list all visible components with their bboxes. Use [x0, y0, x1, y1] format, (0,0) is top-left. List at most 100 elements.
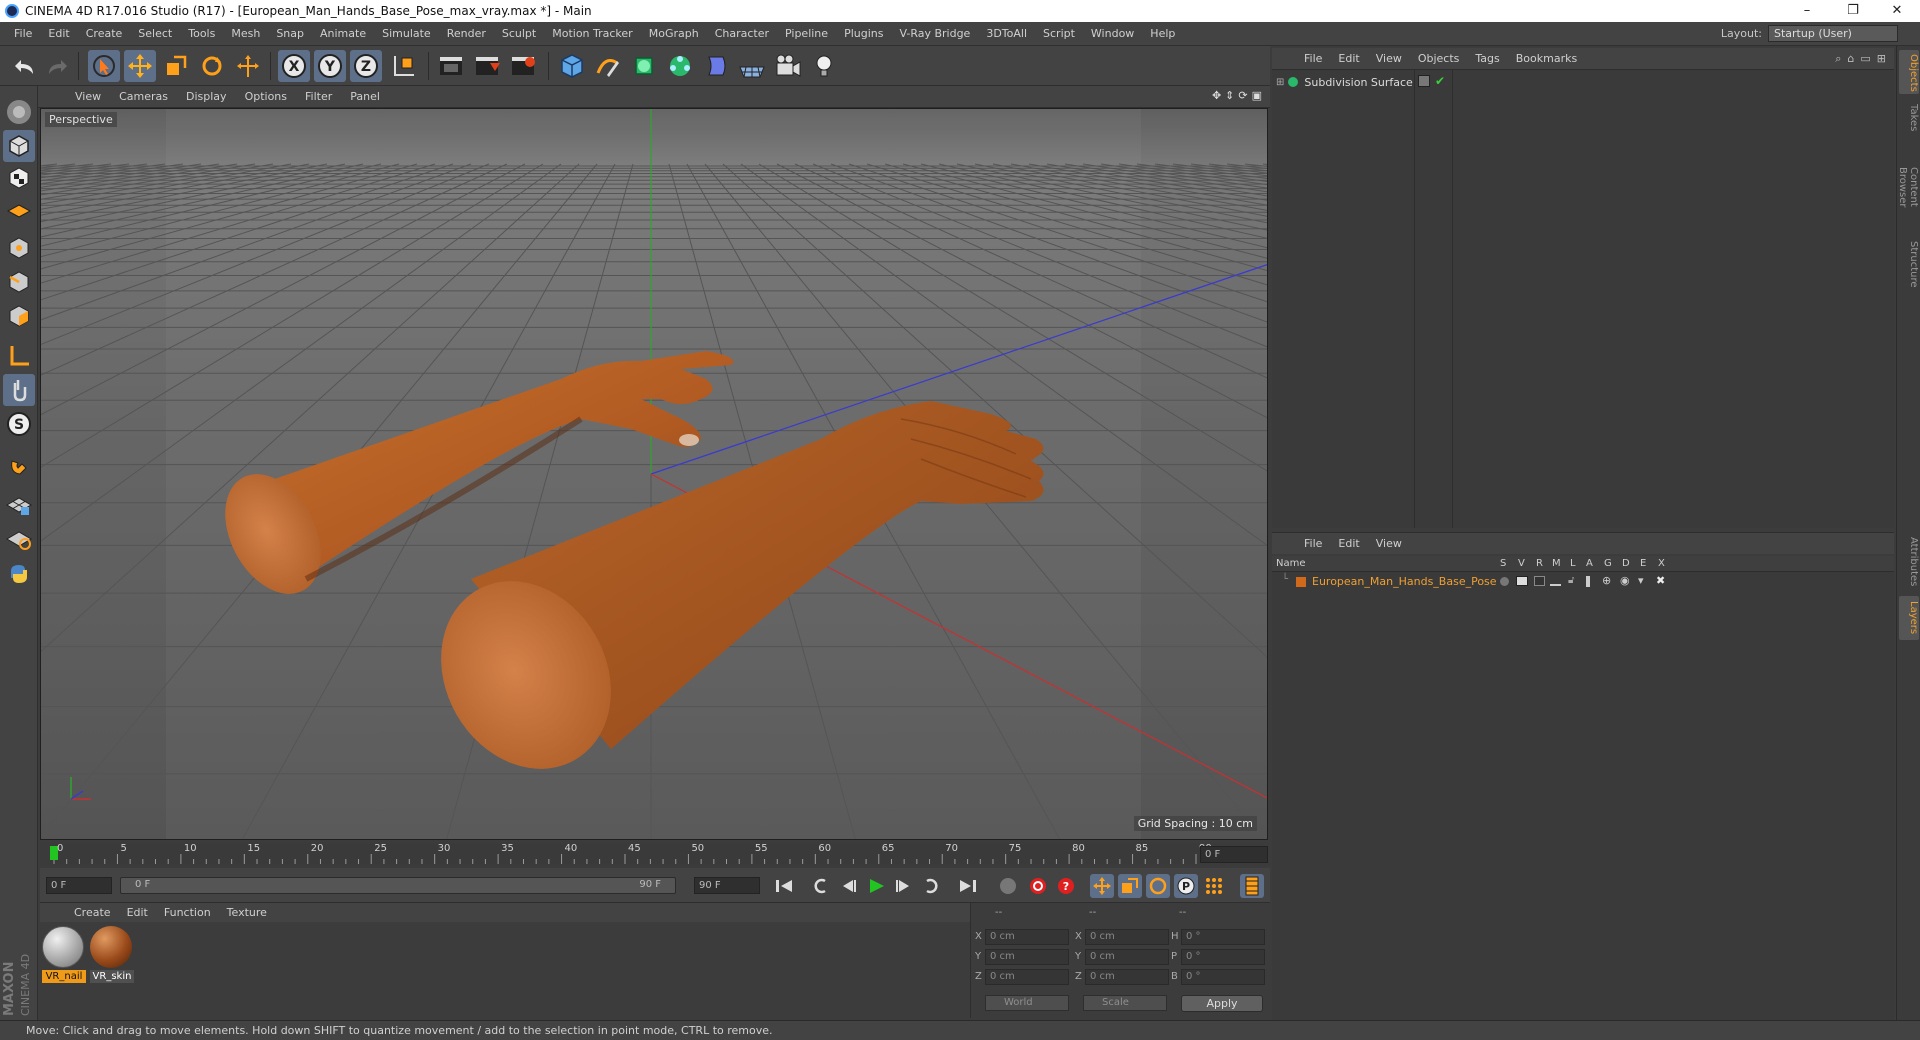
- layer-col-solo[interactable]: S: [1500, 558, 1506, 569]
- editor-visibility-icon[interactable]: [1418, 75, 1430, 87]
- side-tab-takes[interactable]: Takes: [1899, 98, 1919, 138]
- viewport-menu-display[interactable]: Display: [177, 90, 236, 103]
- snap-icon[interactable]: S: [3, 408, 35, 440]
- size-z-field[interactable]: 0 cm: [1085, 969, 1169, 985]
- key-pla-icon[interactable]: [1202, 874, 1226, 898]
- layer-row[interactable]: └ European_Man_Hands_Base_Pose 🔓︎ ⊕ ◉ ▾ …: [1272, 574, 1894, 590]
- axis-mode-icon[interactable]: [3, 340, 35, 372]
- previous-frame-icon[interactable]: [836, 874, 860, 898]
- viewport-menu-panel[interactable]: Panel: [341, 90, 389, 103]
- material-menu-edit[interactable]: Edit: [119, 906, 156, 919]
- undo-icon[interactable]: [8, 50, 40, 82]
- polygons-mode-icon[interactable]: [3, 300, 35, 332]
- layer-col-name[interactable]: Name: [1276, 558, 1306, 569]
- side-tab-structure[interactable]: Structure: [1899, 236, 1919, 292]
- search-icon[interactable]: ⌕: [1835, 52, 1841, 66]
- object-menu-tags[interactable]: Tags: [1467, 52, 1507, 65]
- edges-mode-icon[interactable]: [3, 266, 35, 298]
- menu-tools[interactable]: Tools: [180, 22, 223, 46]
- minimize-button[interactable]: –: [1784, 0, 1830, 22]
- layer-menu-view[interactable]: View: [1368, 537, 1410, 550]
- key-position-icon[interactable]: [1090, 874, 1114, 898]
- layer-generators-icon[interactable]: ⊕: [1602, 574, 1611, 587]
- menu-pipeline[interactable]: Pipeline: [777, 22, 836, 46]
- layer-col-manager[interactable]: M: [1552, 558, 1561, 569]
- layer-col-view[interactable]: V: [1518, 558, 1525, 569]
- floor-scene-icon[interactable]: [736, 50, 768, 82]
- position-z-field[interactable]: 0 cm: [985, 969, 1069, 985]
- layer-col-render[interactable]: R: [1536, 558, 1543, 569]
- rotation-h-field[interactable]: 0 °: [1181, 929, 1265, 945]
- dolly-view-icon[interactable]: ⇕: [1225, 89, 1234, 102]
- rotate-tool-icon[interactable]: [196, 50, 228, 82]
- side-tab-objects[interactable]: Objects: [1899, 50, 1919, 94]
- position-x-field[interactable]: 0 cm: [985, 929, 1069, 945]
- material-menu-texture[interactable]: Texture: [219, 906, 275, 919]
- next-frame-icon[interactable]: [892, 874, 916, 898]
- toggle-view-icon[interactable]: ▣: [1252, 89, 1262, 102]
- side-tab-attributes[interactable]: Attributes: [1899, 532, 1919, 592]
- perspective-viewport[interactable]: Perspective Grid Spacing : 10 cm: [40, 108, 1268, 840]
- render-settings-icon[interactable]: [508, 50, 540, 82]
- previous-keyframe-icon[interactable]: [808, 874, 832, 898]
- menu-motion-tracker[interactable]: Motion Tracker: [544, 22, 640, 46]
- viewport-menu-filter[interactable]: Filter: [296, 90, 341, 103]
- layer-manager-icon[interactable]: [1550, 576, 1561, 586]
- menu-animate[interactable]: Animate: [312, 22, 374, 46]
- x-axis-lock-icon[interactable]: X: [278, 50, 310, 82]
- deformer-icon[interactable]: [700, 50, 732, 82]
- pan-view-icon[interactable]: ✥: [1212, 89, 1221, 102]
- cube-primitive-icon[interactable]: [556, 50, 588, 82]
- viewport-camera-label[interactable]: Perspective: [45, 112, 117, 127]
- record-keys-disabled-icon[interactable]: [996, 874, 1020, 898]
- rotation-p-field[interactable]: 0 °: [1181, 949, 1265, 965]
- layer-col-expressions[interactable]: E: [1640, 558, 1646, 569]
- coordinate-system-icon[interactable]: [388, 50, 420, 82]
- layer-col-animation[interactable]: A: [1586, 558, 1593, 569]
- autokey-icon[interactable]: [1026, 874, 1050, 898]
- layer-expressions-icon[interactable]: ▾: [1638, 574, 1644, 587]
- layer-animation-icon[interactable]: [1586, 576, 1590, 587]
- spline-pen-icon[interactable]: [592, 50, 624, 82]
- points-mode-icon[interactable]: [3, 232, 35, 264]
- z-axis-lock-icon[interactable]: Z: [350, 50, 382, 82]
- move-tool-icon[interactable]: [124, 50, 156, 82]
- timeline-ruler[interactable]: 051015202530354045505560657075808590: [40, 842, 1270, 866]
- python-icon[interactable]: [3, 558, 35, 590]
- menu-simulate[interactable]: Simulate: [374, 22, 439, 46]
- live-selection-icon[interactable]: [88, 50, 120, 82]
- cloner-icon[interactable]: [664, 50, 696, 82]
- menu-render[interactable]: Render: [439, 22, 494, 46]
- magnet-icon[interactable]: [3, 450, 35, 482]
- light-icon[interactable]: [808, 50, 840, 82]
- workplane-lock-icon[interactable]: [3, 522, 35, 554]
- menu-character[interactable]: Character: [707, 22, 777, 46]
- restore-button[interactable]: ❐: [1830, 0, 1876, 22]
- texture-mode-icon[interactable]: [3, 162, 35, 194]
- close-button[interactable]: ✕: [1874, 0, 1920, 22]
- grid-lock-icon[interactable]: [3, 488, 35, 520]
- viewport-menu-view[interactable]: View: [66, 90, 110, 103]
- camera-icon[interactable]: [772, 50, 804, 82]
- menu-vray-bridge[interactable]: V-Ray Bridge: [891, 22, 978, 46]
- viewport-menu-options[interactable]: Options: [236, 90, 296, 103]
- keyframe-selection-icon[interactable]: ?: [1054, 874, 1078, 898]
- layout-dropdown[interactable]: Startup (User): [1768, 25, 1898, 42]
- material-menu-create[interactable]: Create: [66, 906, 119, 919]
- coordinate-space-dropdown[interactable]: World: [985, 995, 1069, 1011]
- menu-create[interactable]: Create: [78, 22, 131, 46]
- layer-lock-icon[interactable]: 🔓︎: [1568, 575, 1574, 586]
- layer-solo-icon[interactable]: [1500, 577, 1509, 586]
- menu-file[interactable]: File: [6, 22, 40, 46]
- object-menu-view[interactable]: View: [1368, 52, 1410, 65]
- layer-col-xref[interactable]: X: [1658, 558, 1665, 569]
- layer-col-locked[interactable]: L: [1570, 558, 1576, 569]
- go-to-end-icon[interactable]: [956, 874, 980, 898]
- apply-button[interactable]: Apply: [1181, 995, 1263, 1012]
- next-keyframe-icon[interactable]: [920, 874, 944, 898]
- position-y-field[interactable]: 0 cm: [985, 949, 1069, 965]
- key-parameter-icon[interactable]: P: [1174, 874, 1198, 898]
- layer-color-icon[interactable]: [1296, 577, 1306, 587]
- menu-edit[interactable]: Edit: [40, 22, 77, 46]
- key-rotation-icon[interactable]: [1146, 874, 1170, 898]
